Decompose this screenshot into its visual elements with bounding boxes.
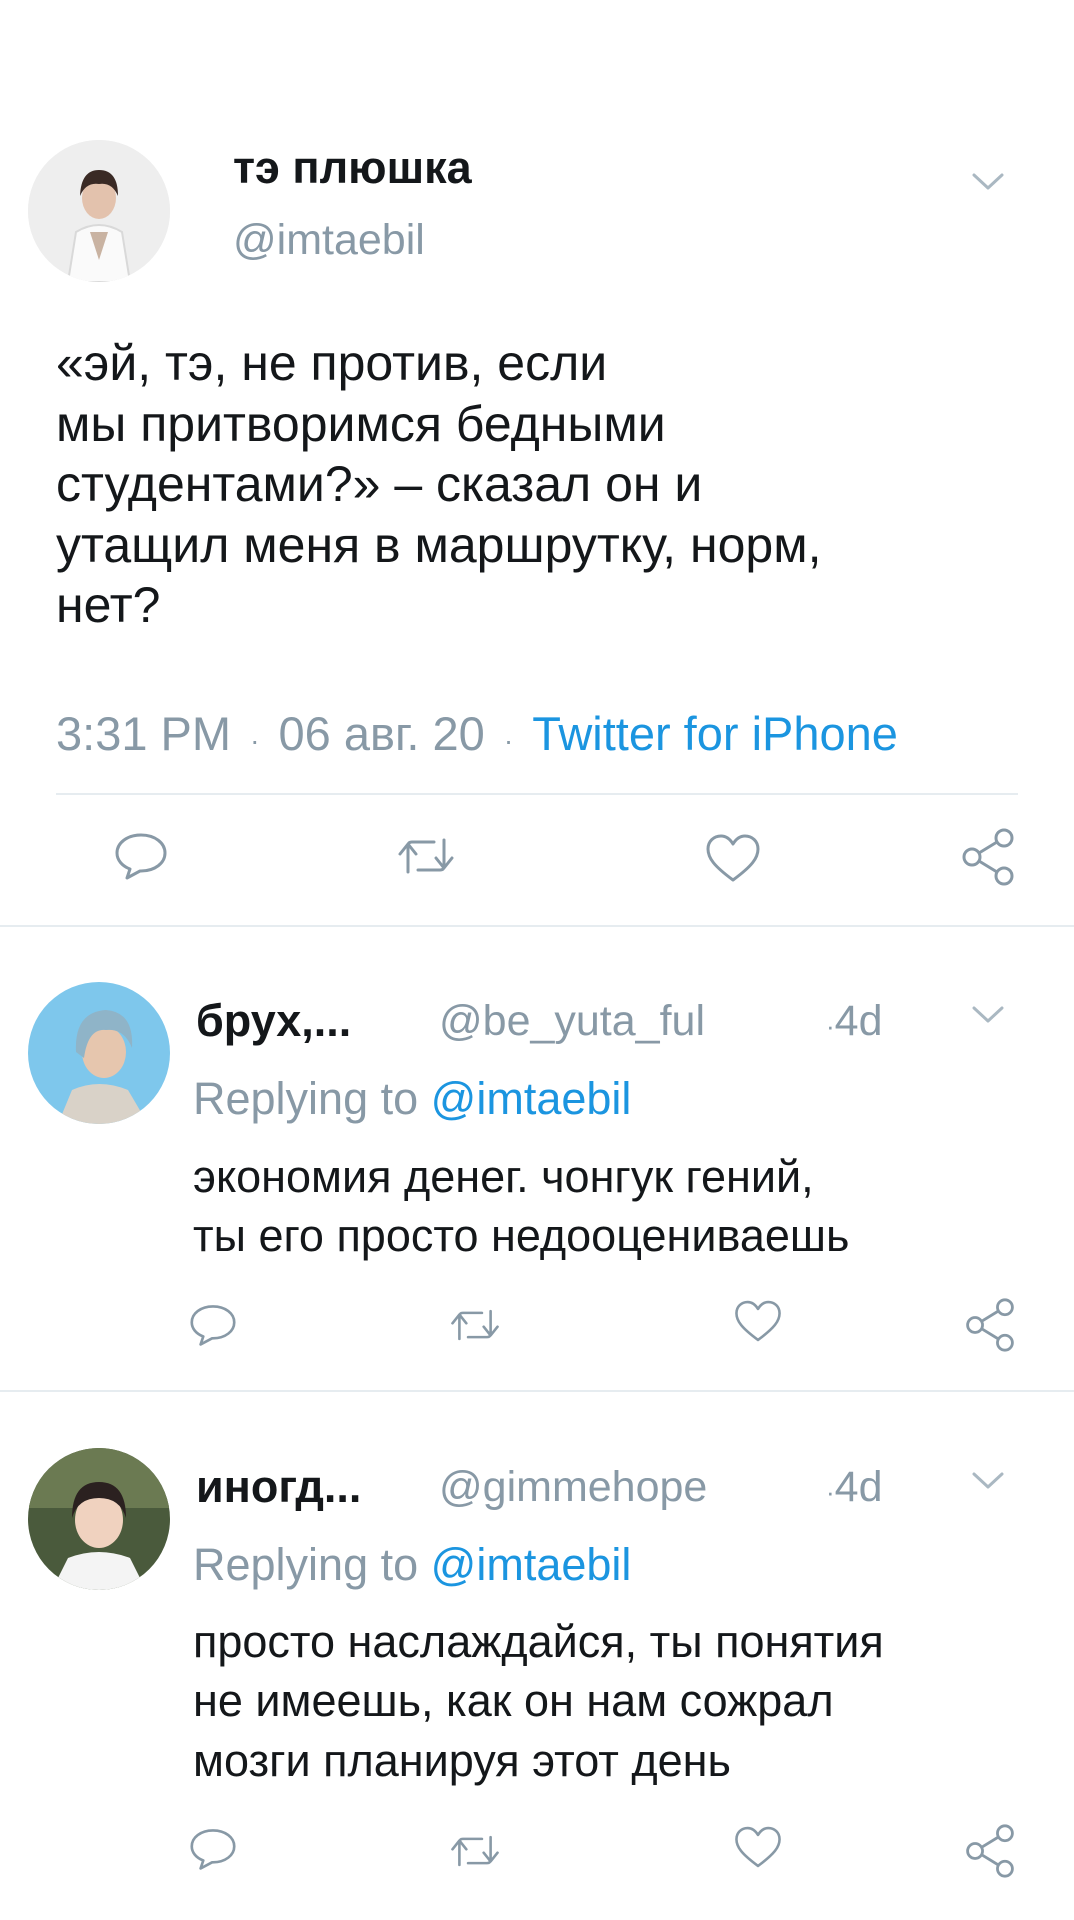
reply-icon[interactable] — [188, 1302, 238, 1348]
chevron-down-icon[interactable] — [970, 1469, 1006, 1493]
avatar[interactable] — [28, 982, 170, 1124]
chevron-down-icon[interactable] — [970, 1003, 1006, 1027]
divider — [56, 793, 1018, 795]
retweet-icon[interactable] — [449, 1830, 501, 1872]
reply-icon[interactable] — [188, 1826, 238, 1872]
share-icon[interactable] — [962, 1822, 1018, 1880]
meta-dot: · — [826, 1477, 835, 1507]
reply-text: экономия денег. чонгук гений, ты его про… — [193, 1151, 850, 1262]
reply-author-name[interactable]: иногд... — [196, 1461, 361, 1513]
tweet-time: 3:31 PM — [56, 707, 232, 760]
replying-to: Replying to @imtaebil — [193, 1073, 631, 1125]
reply-author-name[interactable]: брух,... — [196, 995, 351, 1047]
share-icon[interactable] — [958, 826, 1018, 888]
tweet-date: 06 авг. 20 — [278, 707, 485, 760]
tweet-separator — [0, 925, 1074, 927]
chevron-down-icon[interactable] — [970, 170, 1006, 194]
reply-handle[interactable]: @be_yuta_ful — [439, 997, 705, 1046]
reply-age: ·4d — [826, 997, 883, 1046]
retweet-icon[interactable] — [449, 1304, 501, 1346]
reply-age-value: 4d — [834, 997, 883, 1045]
tweet-meta: 3:31 PM · 06 авг. 20 · Twitter for iPhon… — [56, 706, 898, 761]
tweet-source-link[interactable]: Twitter for iPhone — [532, 707, 898, 760]
share-icon[interactable] — [962, 1296, 1018, 1354]
author-handle[interactable]: @imtaebil — [233, 216, 425, 265]
meta-dot: · — [250, 725, 260, 756]
reply-text: просто наслаждайся, ты понятия не имеешь… — [193, 1616, 884, 1786]
retweet-icon[interactable] — [396, 832, 456, 880]
meta-dot: · — [503, 725, 514, 756]
replying-to: Replying to @imtaebil — [193, 1539, 631, 1591]
reply-age-value: 4d — [834, 1463, 883, 1511]
like-icon[interactable] — [704, 832, 762, 884]
reply-icon[interactable] — [113, 830, 169, 882]
replying-to-link[interactable]: @imtaebil — [431, 1073, 632, 1124]
author-name[interactable]: тэ плюшка — [233, 142, 472, 194]
replying-to-label: Replying to — [193, 1073, 419, 1124]
avatar[interactable] — [28, 1448, 170, 1590]
reply-handle[interactable]: @gimmehope — [439, 1463, 707, 1512]
like-icon[interactable] — [733, 1298, 783, 1344]
replying-to-label: Replying to — [193, 1539, 419, 1590]
meta-dot: · — [826, 1011, 835, 1041]
tweet-separator — [0, 1390, 1074, 1392]
like-icon[interactable] — [733, 1824, 783, 1870]
tweet-text: «эй, тэ, не против, если мы притворимся … — [56, 335, 822, 633]
avatar[interactable] — [28, 140, 170, 282]
reply-age: ·4d — [826, 1463, 883, 1512]
replying-to-link[interactable]: @imtaebil — [431, 1539, 632, 1590]
